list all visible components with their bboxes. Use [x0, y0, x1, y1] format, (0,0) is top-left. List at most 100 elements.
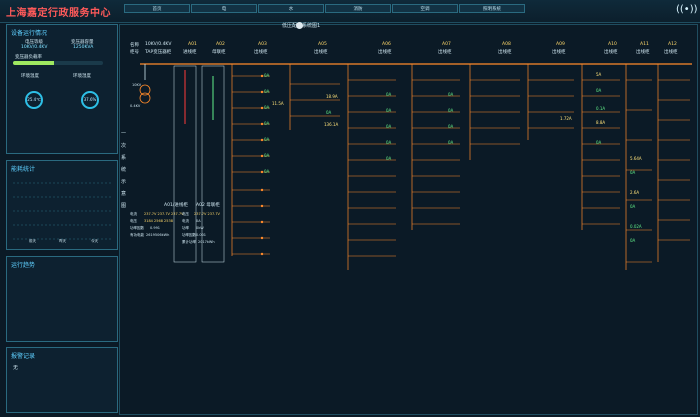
- amp-readout: 11.5A: [272, 101, 284, 106]
- cabinet-bottom-label-a01: A01/进线柜: [164, 203, 188, 208]
- nav-item-lighting[interactable]: 照明系统: [459, 4, 525, 13]
- amp-readout: 0A: [264, 121, 270, 126]
- cabinet-code-a08: A08: [502, 42, 511, 47]
- meter-left-value-1: 237.7V 237.7V 237.7V: [144, 212, 184, 216]
- transformer-lv-label: 0.4KV: [130, 104, 141, 108]
- cabinet-name-a12: 出线柜: [664, 50, 678, 55]
- nav-bar: 首页 电 水 消防 空调 照明系统: [124, 4, 526, 13]
- row-label-name: 名称: [130, 43, 139, 48]
- temp-gauge: 25.4℃: [25, 91, 43, 109]
- temp-label: 环境温度: [21, 74, 39, 79]
- cabinet-bottom-label-a02: A02 母联柜: [196, 203, 220, 208]
- meter-left-value-3: 0.991: [150, 226, 161, 230]
- cabinet-code-a07: A07: [442, 42, 451, 47]
- app-title: 上海嘉定行政服务中心: [6, 8, 111, 19]
- top-bar: 上海嘉定行政服务中心 首页 电 水 消防 空调 照明系统 ((•)): [0, 0, 700, 23]
- cabinet-code-a10: A10: [608, 42, 617, 47]
- meter-right-label-4: 功率因数: [182, 233, 196, 237]
- meter-right-label-2: 电流: [182, 219, 189, 223]
- cabinet-name-a10: 出线柜: [604, 50, 618, 55]
- nav-item-electric[interactable]: 电: [191, 4, 257, 13]
- meter-right-label-5: 累计功率: [182, 240, 196, 244]
- amp-readout: 0A: [596, 88, 602, 93]
- amp-readout: 5A: [596, 72, 602, 77]
- amp-readout: 0A: [386, 156, 392, 161]
- panel-title: 运行趋势: [11, 262, 36, 269]
- stat-value-voltage: 10KV/0.4KV: [21, 45, 48, 50]
- amp-readout: 0A: [386, 108, 392, 113]
- meter-left-value-4: 2619506kWh: [146, 233, 170, 237]
- cabinet-name-a07: 出线柜: [438, 50, 452, 55]
- x-label: 昨天: [59, 239, 66, 243]
- nav-item-home[interactable]: 首页: [124, 4, 190, 13]
- cabinet-name-a08: 出线柜: [498, 50, 512, 55]
- cabinet-name-a09: 出线柜: [552, 50, 566, 55]
- load-bar-fill: [13, 61, 54, 65]
- amp-readout: 0A: [264, 137, 270, 142]
- x-label: 前天: [29, 239, 36, 243]
- panel-title: 报警记录: [11, 353, 36, 360]
- humid-label: 环境湿度: [73, 74, 91, 79]
- amp-readout: 0A: [326, 110, 332, 115]
- panel-equipment-status: 设备运行情况 电压等级 10KV/0.4KV 变压器容量 1250KVA 变压器…: [6, 24, 118, 154]
- amp-readout: 0A: [264, 169, 270, 174]
- row-label-cabinet: 柜号: [130, 50, 139, 55]
- nav-item-water[interactable]: 水: [258, 4, 324, 13]
- meter-left-label-4: 有功电能: [130, 233, 144, 237]
- fan-icon: [296, 22, 303, 29]
- load-bar: [13, 61, 103, 65]
- amp-readout: 0A: [630, 170, 636, 175]
- alarm-icon[interactable]: ((•)): [676, 4, 698, 16]
- amp-readout: 1.72A: [560, 116, 572, 121]
- header-value-transformer: TAP变压器柜: [145, 50, 172, 55]
- amp-readout: 136.1A: [324, 122, 339, 127]
- amp-readout: 18.9A: [326, 94, 338, 99]
- meter-left-label-1: 电流: [130, 212, 137, 216]
- nav-item-fire[interactable]: 消防: [325, 4, 391, 13]
- amp-readout: 5.64A: [630, 156, 642, 161]
- x-label: 今天: [91, 239, 98, 243]
- energy-chart: [13, 182, 111, 240]
- amp-readout: 0A: [386, 124, 392, 129]
- meter-right-value-1: 237.7V 237.7V: [194, 212, 220, 216]
- stat-label-load: 变压器负载率: [15, 55, 42, 60]
- cabinet-name-a05: 出线柜: [314, 50, 328, 55]
- amp-readout: 0A: [386, 92, 392, 97]
- diagram-side-label: 一次系统示意图: [121, 131, 127, 209]
- amp-readout: 2.6A: [630, 190, 640, 195]
- cabinet-name-a06: 出线柜: [378, 50, 392, 55]
- amp-readout: 0A: [264, 73, 270, 78]
- amp-readout: 0A: [596, 140, 602, 145]
- amp-readout: 0A: [630, 238, 636, 243]
- meter-right-value-2: 0A: [196, 219, 201, 223]
- nav-item-ac[interactable]: 空调: [392, 4, 458, 13]
- meter-right-value-4: 0.001: [196, 233, 207, 237]
- meter-left-value-2: 3184 2568 2538: [144, 219, 173, 223]
- meter-right-value-3: 0kW: [196, 226, 204, 230]
- cabinet-name-a03: 出线柜: [254, 50, 268, 55]
- alarm-text: 无: [13, 365, 19, 371]
- meter-right-value-5: 2017kWh: [198, 240, 215, 244]
- meter-right-label-3: 功率: [182, 226, 189, 230]
- header-value-voltage: 10KV/0.4KV: [145, 42, 172, 47]
- amp-readout: 0A: [386, 140, 392, 145]
- cabinet-code-a02: A02: [216, 42, 225, 47]
- transformer-hv-label: 10KV: [132, 83, 142, 87]
- amp-readout: 0A: [448, 92, 454, 97]
- cabinet-code-a05: A05: [318, 42, 327, 47]
- amp-readout: 0A: [264, 105, 270, 110]
- meter-right-label-1: 电压: [182, 212, 189, 216]
- humid-gauge: 37.6%: [81, 91, 99, 109]
- amp-readout: 0A: [264, 153, 270, 158]
- meter-left-label-2: 电压: [130, 219, 137, 223]
- amp-readout: 0.02A: [630, 224, 642, 229]
- cabinet-code-a01: A01: [188, 42, 197, 47]
- panel-title: 设备运行情况: [11, 30, 48, 37]
- panel-trend: 运行趋势: [6, 256, 118, 342]
- amp-readout: 0.1A: [596, 106, 606, 111]
- panel-alarm: 报警记录 无: [6, 347, 118, 413]
- cabinet-code-a11: A11: [640, 42, 649, 47]
- amp-readout: 0A: [448, 108, 454, 113]
- cabinet-name-a01: 进线柜: [183, 50, 197, 55]
- amp-readout: 0A: [630, 204, 636, 209]
